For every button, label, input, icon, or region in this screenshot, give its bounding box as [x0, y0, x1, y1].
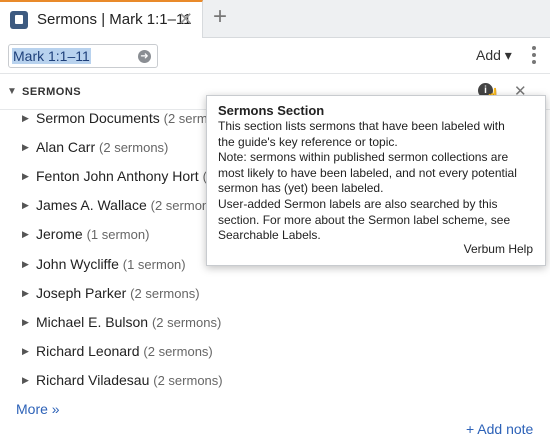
- author-name: John Wycliffe: [36, 255, 119, 272]
- author-name: Joseph Parker: [36, 284, 127, 301]
- sermon-count: (2 sermons): [99, 140, 169, 156]
- toolbar: Mark 1:1–11 ➜ Add ▾: [0, 38, 550, 74]
- author-name: Michael E. Bulson: [36, 313, 149, 330]
- collapse-caret-icon[interactable]: ▼: [7, 86, 17, 97]
- list-item[interactable]: ▶ Michael E. Bulson (2 sermons): [0, 308, 550, 337]
- tooltip-body: This section lists sermons that have bee…: [218, 119, 535, 244]
- add-note-link[interactable]: + Add note: [466, 421, 533, 437]
- tooltip-line: section. For more about the Sermon label…: [218, 212, 511, 227]
- author-name: Sermon Documents: [36, 110, 160, 126]
- add-button[interactable]: Add ▾: [476, 47, 512, 64]
- expand-caret-icon[interactable]: ▶: [22, 142, 29, 153]
- more-link[interactable]: More »: [16, 401, 60, 417]
- document-icon: [10, 11, 28, 29]
- list-item-label[interactable]: Alan Carr (2 sermons): [36, 139, 168, 155]
- author-name: Fenton John Anthony Hort: [36, 168, 199, 185]
- sermon-count: (2 sermons): [151, 314, 222, 330]
- sermon-count: (2 sermons): [130, 285, 200, 301]
- expand-caret-icon[interactable]: ▶: [22, 288, 29, 299]
- section-tooltip: Sermons Section This section lists sermo…: [206, 95, 546, 266]
- add-tab-button[interactable]: +: [213, 4, 227, 30]
- sermon-count: (1 sermon): [86, 227, 150, 243]
- section-title: SERMONS: [22, 86, 82, 98]
- expand-caret-icon[interactable]: ▶: [22, 375, 29, 386]
- verbum-help-link[interactable]: Verbum Help: [464, 242, 533, 256]
- sermon-count: (2 sermons): [153, 372, 223, 388]
- close-icon[interactable]: ✕: [178, 9, 193, 29]
- tooltip-line: Note: sermons within published sermon co…: [218, 150, 509, 165]
- list-item[interactable]: ▶ Richard Viladesau (2 sermons): [0, 366, 550, 395]
- author-name: Richard Viladesau: [36, 371, 150, 388]
- sermon-count: (1 sermon): [122, 256, 186, 272]
- expand-caret-icon[interactable]: ▶: [22, 229, 29, 240]
- expand-caret-icon[interactable]: ▶: [22, 259, 29, 270]
- tooltip-line: sermon has (yet) been labeled.: [218, 181, 384, 196]
- list-item-label[interactable]: Sermon Documents (2 sermons): [36, 110, 233, 126]
- list-item[interactable]: ▶ Joseph Parker (2 sermons): [0, 279, 550, 308]
- author-name: Jerome: [36, 226, 83, 243]
- expand-caret-icon[interactable]: ▶: [22, 317, 29, 328]
- list-item-label[interactable]: Joseph Parker (2 sermons): [36, 285, 200, 301]
- tab-sermons[interactable]: Sermons | Mark 1:1–11 ✕: [0, 0, 203, 38]
- list-item-label[interactable]: Michael E. Bulson (2 sermons): [36, 314, 221, 330]
- tooltip-line: This section lists sermons that have bee…: [218, 119, 505, 133]
- tooltip-line: the guide's key reference or topic.: [218, 134, 398, 149]
- expand-caret-icon[interactable]: ▶: [22, 346, 29, 357]
- list-item-label[interactable]: James A. Wallace (2 sermons): [36, 197, 220, 213]
- list-item-label[interactable]: John Wycliffe (1 sermon): [36, 256, 186, 272]
- expand-caret-icon[interactable]: ▶: [22, 171, 29, 182]
- more-options-icon[interactable]: [531, 46, 537, 66]
- list-item-label[interactable]: Jerome (1 sermon): [36, 226, 149, 242]
- author-name: James A. Wallace: [36, 197, 147, 214]
- author-name: Richard Leonard: [36, 342, 140, 359]
- go-arrow-icon[interactable]: ➜: [138, 50, 151, 63]
- list-item[interactable]: ▶ Richard Leonard (2 sermons): [0, 337, 550, 366]
- list-item-label[interactable]: Richard Viladesau (2 sermons): [36, 372, 223, 388]
- sermon-count: (2 sermons): [143, 343, 213, 359]
- tooltip-line: User-added Sermon labels are also search…: [218, 196, 498, 211]
- expand-caret-icon[interactable]: ▶: [22, 200, 29, 211]
- expand-caret-icon[interactable]: ▶: [22, 113, 29, 124]
- tooltip-title: Sermons Section: [218, 103, 325, 118]
- reference-input[interactable]: Mark 1:1–11 ➜: [8, 44, 158, 68]
- author-name: Alan Carr: [36, 139, 96, 156]
- tab-bar: Sermons | Mark 1:1–11 ✕ +: [0, 0, 550, 38]
- reference-text[interactable]: Mark 1:1–11: [12, 48, 91, 64]
- list-item-label[interactable]: Richard Leonard (2 sermons): [36, 343, 213, 359]
- tab-title: Sermons | Mark 1:1–11: [37, 11, 192, 28]
- tooltip-line: most likely to have been labeled, and no…: [218, 165, 517, 180]
